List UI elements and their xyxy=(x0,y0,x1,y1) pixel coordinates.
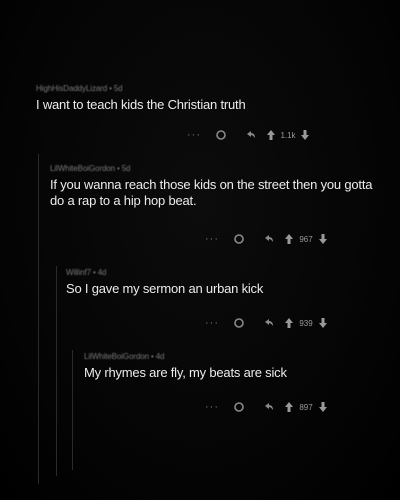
reply-icon xyxy=(265,319,273,326)
comment-actions: ··· 967 xyxy=(200,232,328,246)
more-options-button[interactable]: ··· xyxy=(182,129,206,141)
reply-button[interactable] xyxy=(254,233,284,245)
vote-controls: 939 xyxy=(284,317,328,329)
more-options-button[interactable]: ··· xyxy=(200,401,224,413)
reply-button[interactable] xyxy=(254,317,284,329)
reply-button[interactable] xyxy=(254,401,284,413)
vote-score: 1.1k xyxy=(280,130,296,140)
reply-icon xyxy=(247,131,255,138)
comment-text: I want to teach kids the Christian truth xyxy=(36,97,246,112)
comment-meta: LilWhiteBoiGordon • 5d xyxy=(50,164,380,173)
comment: LilWhiteBoiGordon • 5d If you wanna reach … xyxy=(50,164,380,209)
award-button[interactable] xyxy=(224,317,254,329)
vote-controls: 967 xyxy=(284,233,328,245)
username[interactable]: Willinf7 xyxy=(66,268,91,277)
thread-line[interactable] xyxy=(38,154,39,484)
award-icon xyxy=(234,402,244,412)
downvote-icon[interactable] xyxy=(318,317,328,329)
downvote-icon[interactable] xyxy=(300,129,310,141)
upvote-icon[interactable] xyxy=(284,317,294,329)
comment-text: My rhymes are fly, my beats are sick xyxy=(84,365,287,380)
username[interactable]: LilWhiteBoiGordon xyxy=(50,164,115,173)
comment-age: 5d xyxy=(121,164,131,173)
more-options-button[interactable]: ··· xyxy=(200,317,224,329)
comment-meta: Willinf7 • 4d xyxy=(66,268,376,277)
comment-age: 4d xyxy=(97,268,107,277)
comment: LilWhiteBoiGordon • 4d My rhymes are fly, … xyxy=(84,352,384,381)
award-icon xyxy=(234,234,244,244)
comment-age: 5d xyxy=(113,84,123,93)
award-button[interactable] xyxy=(206,129,236,141)
upvote-icon[interactable] xyxy=(284,401,294,413)
comment: HighHisDaddyLizard • 5d I want to teach ki… xyxy=(36,84,386,113)
separator-dot: • xyxy=(109,84,112,93)
vote-controls: 1.1k xyxy=(266,129,310,141)
vote-score: 967 xyxy=(299,234,313,244)
comment-meta: HighHisDaddyLizard • 5d xyxy=(36,84,386,93)
vote-controls: 897 xyxy=(284,401,328,413)
comment-meta: LilWhiteBoiGordon • 4d xyxy=(84,352,384,361)
comment-text: If you wanna reach those kids on the str… xyxy=(50,177,373,208)
award-icon xyxy=(234,318,244,328)
award-button[interactable] xyxy=(224,233,254,245)
more-options-button[interactable]: ··· xyxy=(200,233,224,245)
reply-icon xyxy=(265,235,273,242)
comment-actions: ··· 897 xyxy=(200,400,328,414)
award-icon xyxy=(216,130,226,140)
comment-age: 4d xyxy=(155,352,165,361)
separator-dot: • xyxy=(92,268,96,277)
comment-actions: ··· 939 xyxy=(200,316,328,330)
username[interactable]: HighHisDaddyLizard xyxy=(36,84,107,93)
upvote-icon[interactable] xyxy=(284,233,294,245)
username[interactable]: LilWhiteBoiGordon xyxy=(84,352,149,361)
thread-line[interactable] xyxy=(56,266,57,476)
separator-dot: • xyxy=(151,352,154,361)
comment: Willinf7 • 4d So I gave my sermon an urban… xyxy=(66,268,376,297)
reply-button[interactable] xyxy=(236,129,266,141)
comment-thread: HighHisDaddyLizard • 5d I want to teach ki… xyxy=(0,0,400,500)
comment-text: So I gave my sermon an urban kick xyxy=(66,281,264,296)
downvote-icon[interactable] xyxy=(318,233,328,245)
vote-score: 939 xyxy=(299,318,313,328)
downvote-icon[interactable] xyxy=(318,401,328,413)
reply-icon xyxy=(265,403,273,410)
vote-score: 897 xyxy=(299,402,313,412)
comment-actions: ··· 1.1k xyxy=(182,128,310,142)
separator-dot: • xyxy=(117,164,120,173)
upvote-icon[interactable] xyxy=(266,129,276,141)
award-button[interactable] xyxy=(224,401,254,413)
thread-line[interactable] xyxy=(72,350,73,470)
